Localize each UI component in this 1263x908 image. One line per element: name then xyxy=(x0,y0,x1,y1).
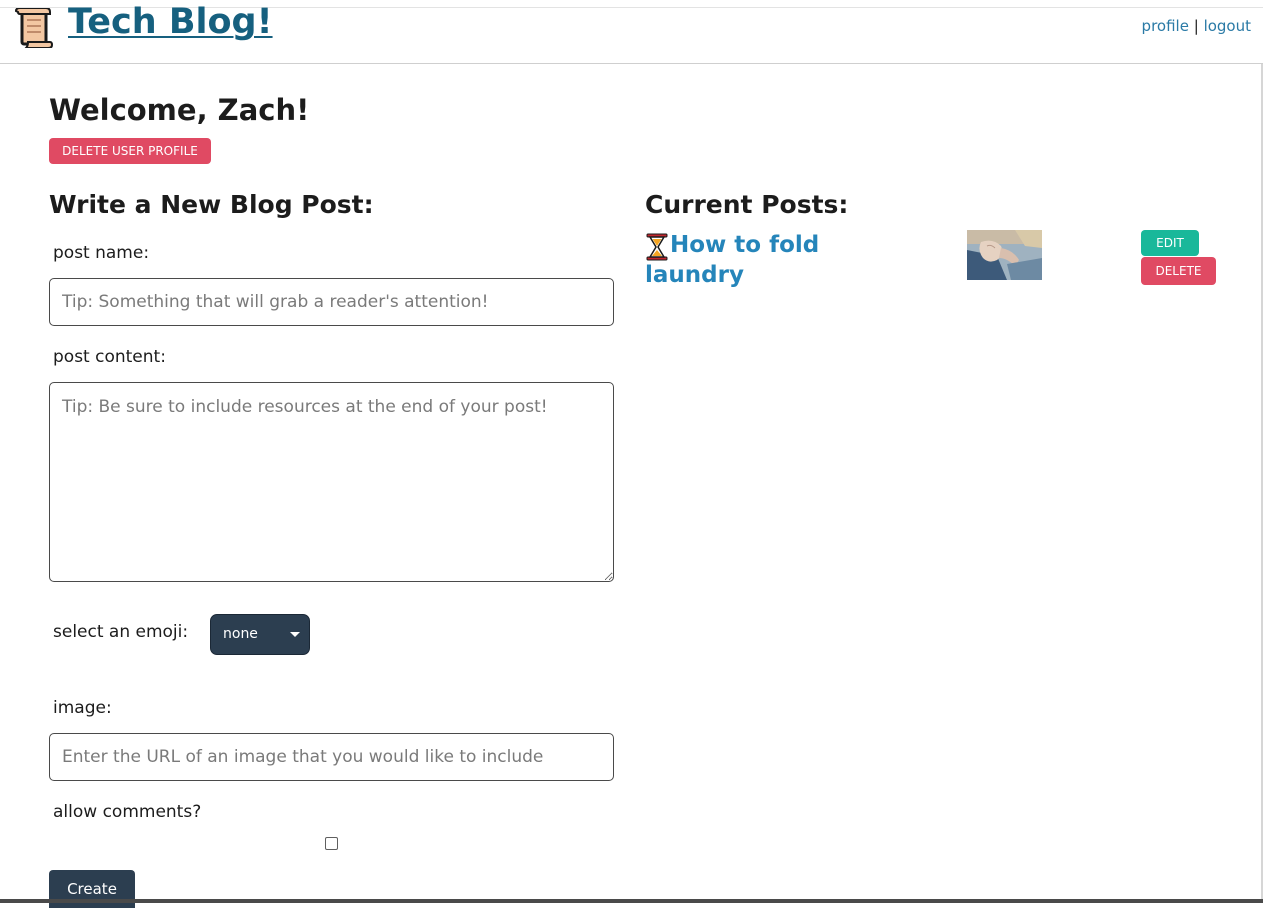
current-posts-heading: Current Posts: xyxy=(645,190,849,219)
header-nav: profile | logout xyxy=(1142,17,1251,35)
post-name-input[interactable] xyxy=(49,278,614,326)
allow-comments-label: allow comments? xyxy=(53,802,202,822)
site-title-link[interactable]: Tech Blog! xyxy=(68,2,273,42)
emoji-selected-value: none xyxy=(223,626,258,642)
post-title-link[interactable]: How to fold laundry xyxy=(645,230,855,290)
post-name-label: post name: xyxy=(53,243,150,263)
post-item: How to fold laundry EDIT DELETE xyxy=(645,230,1235,300)
profile-link[interactable]: profile xyxy=(1142,17,1189,35)
laundry-thumbnail xyxy=(967,230,1042,280)
scroll-icon[interactable] xyxy=(10,8,54,48)
welcome-heading: Welcome, Zach! xyxy=(49,93,310,127)
caret-down-icon xyxy=(290,632,300,637)
emoji-select[interactable]: none xyxy=(210,614,310,655)
nav-separator: | xyxy=(1193,17,1199,35)
post-content-label: post content: xyxy=(53,347,166,367)
post-content-textarea[interactable] xyxy=(49,382,614,582)
window-bottom-edge xyxy=(0,899,1263,903)
image-label: image: xyxy=(53,698,112,718)
delete-user-profile-button[interactable]: DELETE USER PROFILE xyxy=(49,138,211,164)
emoji-label: select an emoji: xyxy=(53,622,189,642)
delete-post-button[interactable]: DELETE xyxy=(1141,257,1216,285)
site-header: Tech Blog! profile | logout xyxy=(0,2,1263,64)
image-url-input[interactable] xyxy=(49,733,614,781)
logout-link[interactable]: logout xyxy=(1204,17,1251,35)
allow-comments-checkbox[interactable] xyxy=(325,837,338,850)
edit-post-button[interactable]: EDIT xyxy=(1141,230,1199,256)
new-post-heading: Write a New Blog Post: xyxy=(49,190,374,219)
